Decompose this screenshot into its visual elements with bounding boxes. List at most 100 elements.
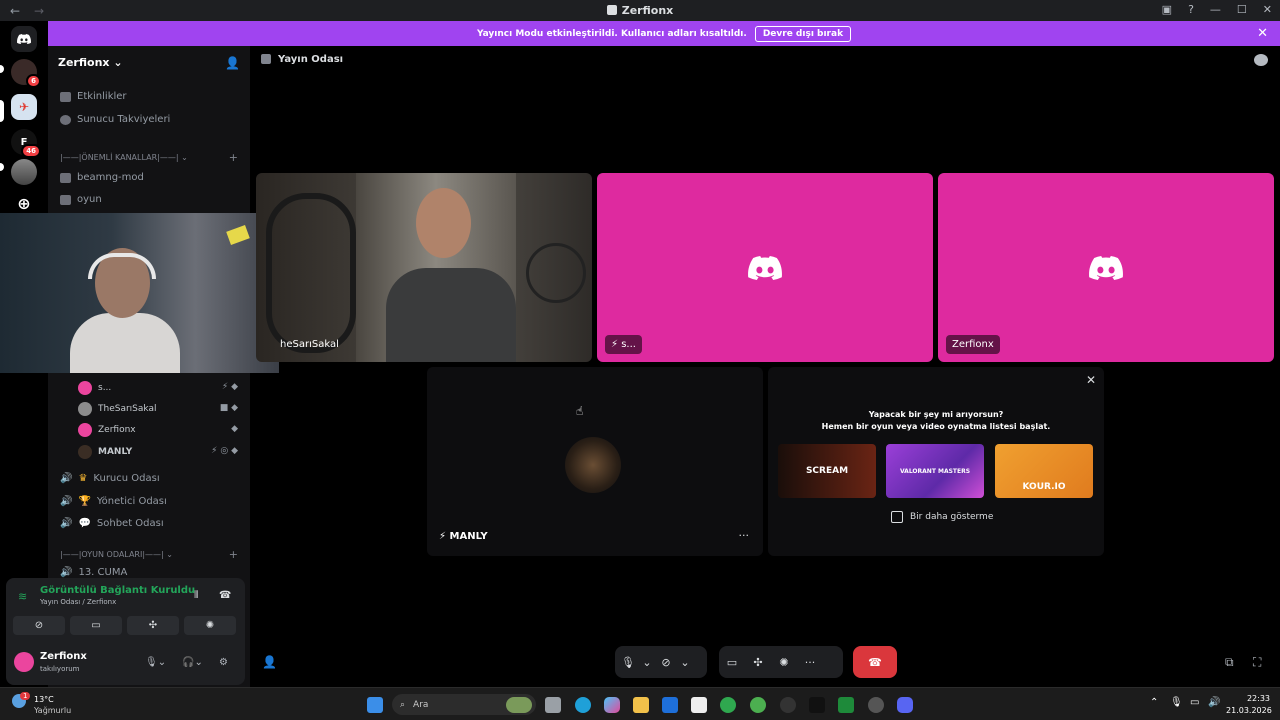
popout-icon[interactable]: ⧉	[1225, 655, 1234, 670]
headphones-icon[interactable]: 🎧⌄	[182, 657, 203, 668]
server-icon-f[interactable]: F 46	[11, 129, 41, 158]
capcut-icon[interactable]	[691, 697, 707, 713]
network-icon[interactable]: ▭	[1190, 697, 1199, 708]
maximize-button[interactable]: ☐	[1237, 3, 1247, 16]
screen-share-button[interactable]: ▭	[70, 616, 122, 635]
channel-oyun[interactable]: oyun	[60, 194, 102, 205]
more-options-icon[interactable]: ···	[739, 529, 750, 542]
voice-channel-13-cuma[interactable]: 🔊 13. CUMA	[60, 567, 127, 578]
voice-channel-yonetici[interactable]: 🔊 🏆 Yönetici Odası	[60, 496, 167, 507]
activity-card-kour[interactable]: KOUR.IO	[995, 444, 1093, 498]
start-button-icon[interactable]	[367, 697, 383, 713]
soundboard-button[interactable]: ✺	[184, 616, 236, 635]
tiktok-icon[interactable]	[809, 697, 825, 713]
voice-user-s[interactable]: s...	[78, 381, 111, 395]
more-icon[interactable]: ···	[797, 656, 823, 669]
microphone-icon[interactable]: 🎙	[615, 656, 641, 669]
close-icon[interactable]: ✕	[1086, 373, 1096, 387]
activity-card-scream[interactable]: SCREAM	[778, 444, 876, 498]
discord-logo-icon	[606, 5, 617, 15]
microphone-icon[interactable]: 🎙⌄	[145, 657, 166, 668]
participant-head	[416, 188, 471, 258]
banner-text: Yayıncı Modu etkinleştirildi. Kullanıcı …	[476, 28, 747, 39]
settings-gear-icon[interactable]: ⚙	[219, 657, 228, 668]
activities-icon[interactable]: ✣	[745, 656, 771, 669]
xbox-icon[interactable]	[838, 697, 854, 713]
noise-suppression-icon[interactable]: ⦀	[194, 590, 198, 601]
inbox-icon[interactable]: ▣	[1162, 3, 1172, 16]
minimize-button[interactable]: —	[1210, 3, 1221, 16]
discord-taskbar-icon[interactable]	[897, 697, 913, 713]
copilot-icon[interactable]	[604, 697, 620, 713]
muted-icon: ⚡	[439, 531, 450, 542]
video-tile-zerfionx[interactable]: Zerfionx	[938, 173, 1274, 362]
disable-streamer-mode-button[interactable]: Devre dışı bırak	[754, 25, 852, 42]
streamer-webcam-overlay	[0, 213, 279, 373]
screen-share-icon[interactable]: ▭	[719, 656, 745, 669]
chevron-down-icon: ⌄	[113, 56, 123, 69]
voice-user-manly[interactable]: MANLY	[78, 445, 132, 459]
fullscreen-icon[interactable]: ⛶	[1253, 655, 1261, 670]
soundboard-icon[interactable]: ✺	[771, 656, 797, 669]
connection-status[interactable]: Görüntülü Bağlantı Kuruldu	[40, 585, 195, 596]
direct-messages-button[interactable]	[11, 26, 37, 52]
activities-button[interactable]: ✣	[127, 616, 179, 635]
mic-tray-icon[interactable]: 🎙	[1170, 697, 1183, 708]
voice-channel-sohbet[interactable]: 🔊 💬 Sohbet Odası	[60, 518, 164, 529]
chrome-icon[interactable]	[720, 697, 736, 713]
calendar-icon	[60, 91, 71, 102]
close-window-button[interactable]: ✕	[1263, 3, 1272, 16]
add-channel-icon[interactable]: +	[229, 548, 238, 561]
camera-off-icon[interactable]: ⊘	[653, 656, 679, 669]
server-icon-1[interactable]: 6	[11, 59, 41, 88]
activity-card-valorant[interactable]: VALORANT MASTERS	[886, 444, 984, 498]
user-custom-status: takılıyorum	[40, 665, 80, 673]
video-tile-thesarisakal[interactable]: heSarıSakal	[256, 173, 592, 362]
avatar	[78, 381, 92, 395]
voice-channel-kurucu[interactable]: 🔊 ♛ Kurucu Odası	[60, 473, 160, 484]
edge-icon[interactable]	[575, 697, 591, 713]
camera-icon: ■ ◆	[219, 403, 238, 413]
title-bar: ← → Zerfionx ▣ ? — ☐ ✕	[0, 0, 1280, 21]
volume-icon[interactable]: 🔊	[1208, 697, 1220, 708]
server-icon-zerfionx[interactable]: ✈	[11, 94, 37, 120]
voice-user-thesarisakal[interactable]: TheSarıSakal	[78, 402, 156, 416]
disconnect-icon[interactable]: ☎	[219, 590, 231, 601]
store-icon[interactable]	[662, 697, 678, 713]
invite-to-voice-icon[interactable]: 👤	[262, 655, 277, 669]
close-icon[interactable]: ✕	[1257, 26, 1268, 41]
voice-user-zerfionx[interactable]: Zerfionx	[78, 423, 136, 437]
disconnect-button[interactable]: ☎	[853, 646, 897, 678]
sidebar-item-events[interactable]: Etkinlikler	[60, 91, 127, 102]
clock-date[interactable]: 21.03.2026	[1226, 706, 1272, 715]
category-important[interactable]: |——|ÖNEMLİ KANALLAR|——| ⌄	[60, 153, 188, 162]
dont-show-again[interactable]: Bir daha gösterme	[891, 511, 993, 523]
chevron-down-icon[interactable]: ⌄	[641, 656, 653, 669]
help-icon[interactable]: ?	[1188, 3, 1194, 16]
camera-toggle-button[interactable]: ⊘	[13, 616, 65, 635]
invite-icon[interactable]: 👤	[225, 56, 240, 70]
tray-chevron-icon[interactable]: ⌃	[1150, 697, 1158, 708]
settings-icon[interactable]	[868, 697, 884, 713]
checkbox[interactable]	[891, 511, 903, 523]
sidebar-item-boosts[interactable]: Sunucu Takviyeleri	[60, 114, 170, 125]
add-channel-icon[interactable]: +	[229, 151, 238, 164]
chevron-down-icon[interactable]: ⌄	[679, 656, 691, 669]
steam-icon[interactable]	[780, 697, 796, 713]
widget-icon[interactable]	[506, 697, 532, 713]
video-tile-s[interactable]: ⚡ s...	[597, 173, 933, 362]
speaker-icon: 🔊	[60, 518, 73, 529]
task-view-icon[interactable]	[545, 697, 561, 713]
chat-icon[interactable]	[1254, 54, 1268, 66]
file-explorer-icon[interactable]	[633, 697, 649, 713]
category-games[interactable]: |——|OYUN ODALARI|——| ⌄	[60, 550, 173, 559]
forum-icon	[60, 194, 71, 205]
channel-beamng-mod[interactable]: beamng-mod	[60, 172, 144, 183]
chrome-profile-icon[interactable]	[750, 697, 766, 713]
server-icon-4[interactable]	[11, 159, 37, 185]
server-header[interactable]: Zerfionx ⌄	[58, 56, 123, 69]
video-tile-manly[interactable]: ⚡ MANLY ···	[427, 367, 763, 556]
avatar[interactable]	[14, 652, 34, 672]
boost-icon	[60, 114, 71, 125]
clock-time[interactable]: 22:33	[1226, 694, 1270, 703]
